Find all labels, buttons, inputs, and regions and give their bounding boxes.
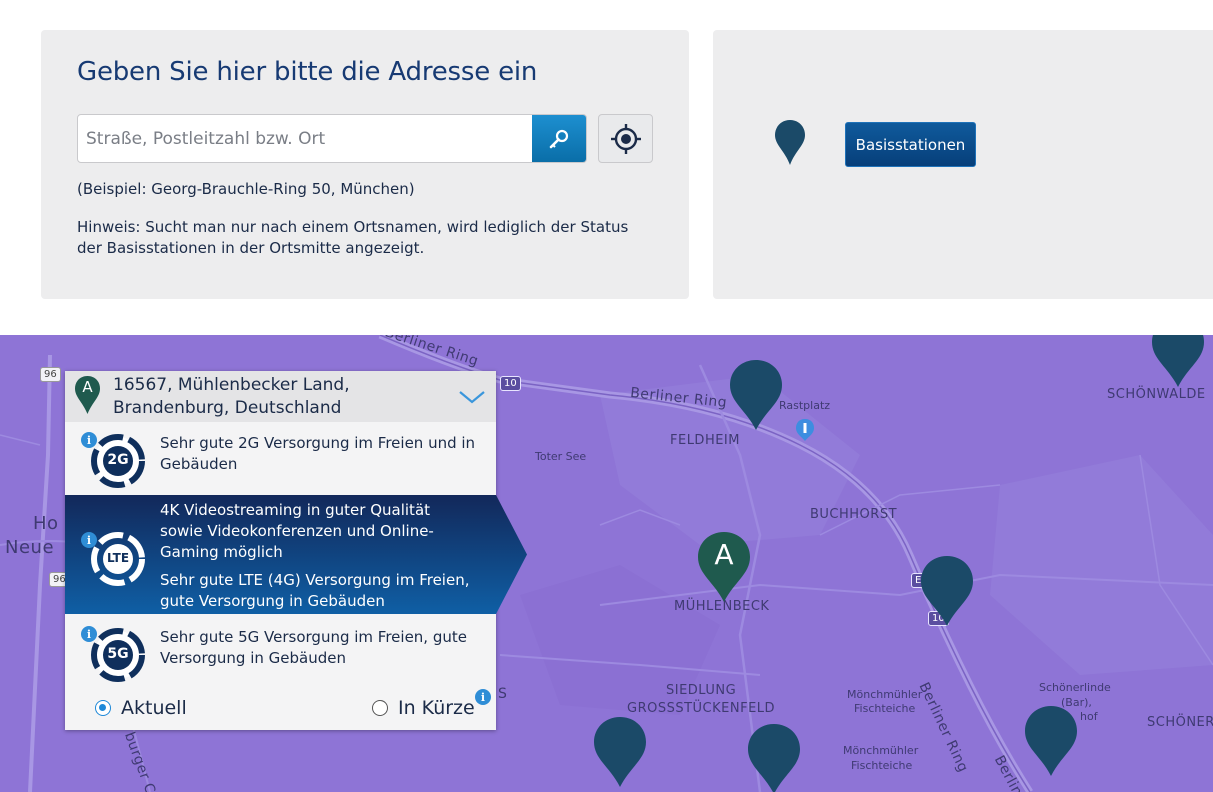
- coverage-row-5g: i 5G Sehr gute 5G Versorgung im Freien, …: [65, 623, 496, 687]
- address-input[interactable]: [78, 115, 533, 162]
- map-place-label: SCHÖNER: [1147, 715, 1213, 730]
- base-station-pin[interactable]: [728, 358, 784, 432]
- address-example: (Beispiel: Georg-Brauchle-Ring 50, Münch…: [77, 180, 415, 198]
- map-poi-label: Schönerlinde: [1039, 681, 1111, 694]
- radio-current[interactable]: Aktuell: [95, 697, 187, 719]
- base-stations-button[interactable]: Basisstationen: [845, 122, 976, 167]
- coverage-row-lte: i LTE 4K Videostreaming in guter Qualitä…: [65, 495, 527, 614]
- badge-lte-icon: LTE: [91, 532, 145, 586]
- radio-label: Aktuell: [121, 697, 187, 719]
- radio-label: In Kürze: [398, 697, 475, 719]
- map-place-label: Neue: [5, 537, 55, 558]
- map-place-label: SCHÖNWALDE: [1107, 387, 1206, 402]
- badge-label: 5G: [107, 646, 129, 662]
- map-place-label: Ho: [33, 513, 59, 534]
- road-shield: 96: [40, 367, 61, 382]
- map-place-label: FELDHEIM: [670, 433, 740, 448]
- badge-label: LTE: [106, 551, 130, 565]
- map-place-label: GROSSSTÜCKENFELD: [627, 701, 776, 716]
- locate-me-button[interactable]: [598, 114, 653, 163]
- crosshair-icon: [610, 123, 641, 154]
- coverage-row-2g: i 2G Sehr gute 2G Versorgung im Freien u…: [65, 429, 496, 493]
- map-lake-label: Toter See: [535, 450, 587, 463]
- search-panel-title: Geben Sie hier bitte die Adresse ein: [77, 57, 538, 87]
- coverage-text: Sehr gute 5G Versorgung im Freien, gute …: [160, 628, 467, 667]
- address-search-panel: Geben Sie hier bitte die Adresse ein (Be…: [41, 30, 689, 299]
- search-key-icon: [549, 129, 569, 148]
- search-button[interactable]: [532, 115, 586, 162]
- address-pin: A: [74, 375, 101, 415]
- badge-label: 2G: [107, 452, 129, 468]
- badge-5g-icon: 5G: [91, 628, 145, 682]
- map-poi-label: Mönchmühler: [847, 688, 923, 701]
- coverage-info-card: A 16567, Mühlenbecker Land, Brandenburg,…: [65, 371, 527, 730]
- base-station-pin[interactable]: [592, 715, 648, 789]
- address-text: 16567, Mühlenbecker Land, Brandenburg, D…: [113, 374, 350, 420]
- search-field[interactable]: [77, 114, 587, 163]
- radio-dot[interactable]: [372, 700, 388, 716]
- map-place-label: S: [498, 686, 508, 702]
- selected-address-pin[interactable]: A: [696, 530, 752, 604]
- base-station-pin[interactable]: [746, 722, 802, 792]
- radio-dot[interactable]: [95, 700, 111, 716]
- address-line-1: 16567, Mühlenbecker Land,: [113, 375, 350, 395]
- base-station-pin[interactable]: [1150, 335, 1206, 389]
- chevron-down-icon[interactable]: [458, 389, 486, 405]
- coverage-text: Sehr gute 2G Versorgung im Freien und in…: [160, 434, 476, 473]
- address-line-2: Brandenburg, Deutschland: [113, 398, 342, 418]
- map-place-label: BUCHHORST: [810, 507, 898, 522]
- card-header[interactable]: A 16567, Mühlenbecker Land, Brandenburg,…: [65, 371, 496, 422]
- road-shield: 10: [500, 376, 521, 391]
- base-station-pin[interactable]: [1023, 704, 1079, 778]
- map-poi-label: Rastplatz: [779, 399, 831, 412]
- coverage-text: Sehr gute LTE (4G) Versorgung im Freien,…: [160, 571, 470, 610]
- badge-2g-icon: 2G: [91, 434, 145, 488]
- time-selector: Aktuell In Kürze i: [65, 689, 496, 725]
- search-hint: Hinweis: Sucht man nur nach einem Ortsna…: [77, 218, 629, 257]
- coverage-headline: 4K Videostreaming in guter Qualität sowi…: [160, 501, 434, 561]
- map-poi-label: Mönchmühler: [843, 744, 919, 757]
- base-station-pin[interactable]: [919, 554, 975, 628]
- info-icon[interactable]: i: [475, 689, 491, 705]
- map-place-label: SIEDLUNG: [666, 683, 737, 698]
- map-poi-label: hof: [1080, 710, 1098, 723]
- pin-letter: A: [82, 378, 93, 396]
- rest-stop-icon: [796, 419, 814, 441]
- map-poi-label: Fischteiche: [854, 702, 916, 715]
- legend-panel: Basisstationen: [713, 30, 1213, 299]
- radio-soon[interactable]: In Kürze: [372, 697, 475, 719]
- map-poi-label: Fischteiche: [851, 759, 913, 772]
- pin-letter: A: [714, 538, 734, 571]
- map-pin-icon: [775, 120, 805, 165]
